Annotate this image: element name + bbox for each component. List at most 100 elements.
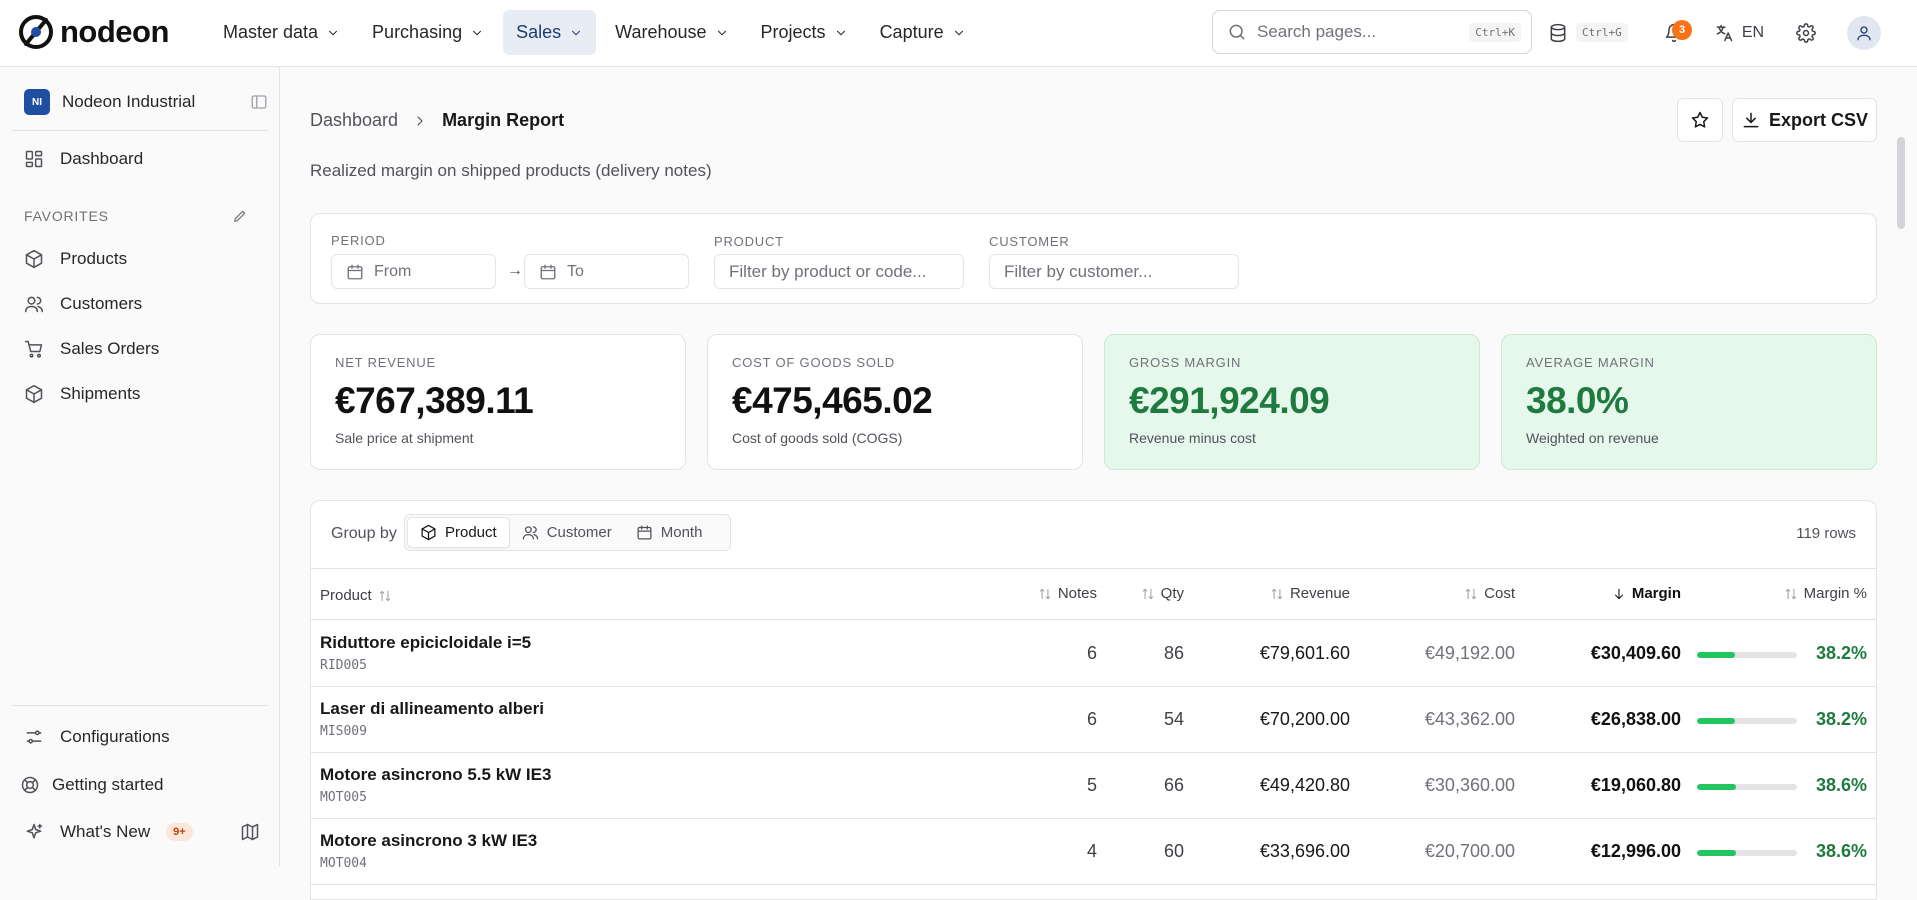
nav-master-data[interactable]: Master data	[210, 10, 353, 55]
margin-bar-fill	[1697, 718, 1736, 724]
sidebar-collapse-icon[interactable]	[250, 93, 268, 111]
column-qty[interactable]: Qty	[1141, 585, 1184, 602]
scrollbar[interactable]	[1897, 137, 1905, 229]
sidebar-item-dashboard[interactable]: Dashboard	[24, 149, 143, 169]
table-row[interactable]: Motore asincrono 3 kW IE3 MOT004 4 60 €3…	[311, 819, 1876, 885]
kpi-label: GROSS MARGIN	[1129, 355, 1242, 370]
sidebar-item-getting-started[interactable]: Getting started	[20, 775, 164, 795]
cart-icon	[24, 340, 43, 358]
group-by-month[interactable]: Month	[624, 517, 715, 548]
chevron-down-icon	[473, 30, 482, 35]
user-icon	[1857, 25, 1871, 40]
favorite-button[interactable]	[1677, 98, 1723, 142]
logo-icon	[19, 15, 53, 49]
cell-margin-pct: 38.6%	[1815, 841, 1867, 861]
sidebar-item-label: What's New	[60, 822, 151, 841]
toolbar-right: Ctrl+G 3 EN	[1548, 10, 1894, 55]
kpi-value: €291,924.09	[1129, 380, 1330, 421]
table-row[interactable]: Motore asincrono 5.5 kW IE3 MOT005 5 66 …	[311, 753, 1876, 819]
sidebar: NI Nodeon Industrial Dashboard FAVORITES…	[0, 67, 280, 866]
sidebar-item-label: Shipments	[60, 384, 141, 403]
column-margin-pct[interactable]: Margin %	[1784, 585, 1867, 602]
org-switcher[interactable]: NI Nodeon Industrial	[24, 89, 268, 115]
cell-revenue: €79,601.60	[1259, 643, 1350, 663]
chevron-down-icon	[954, 30, 963, 35]
product-filter-label: PRODUCT	[714, 234, 784, 249]
main-content: Dashboard Margin Report Export CSV Reali…	[281, 67, 1907, 900]
nav-projects[interactable]: Projects	[748, 10, 861, 55]
cell-notes: 6	[1086, 643, 1097, 663]
cell-notes: 6	[1086, 709, 1097, 729]
language-button[interactable]: EN	[1700, 10, 1778, 55]
search-input[interactable]: Search pages... Ctrl+K	[1212, 10, 1532, 54]
cell-qty: 60	[1163, 841, 1184, 861]
table-row[interactable]: Riduttore epicicloidale i=5 RID005 6 86 …	[311, 621, 1876, 687]
table-row[interactable]: Laser di allineamento alberi MIS009 6 54…	[311, 687, 1876, 753]
notifications-badge: 3	[1672, 19, 1692, 40]
product-code: MOT005	[320, 790, 367, 805]
kpi-value: 38.0%	[1526, 380, 1629, 421]
settings-button[interactable]	[1778, 10, 1834, 55]
cell-margin-pct: 38.2%	[1815, 709, 1867, 729]
nav-warehouse[interactable]: Warehouse	[602, 10, 741, 55]
cell-notes: 5	[1086, 775, 1097, 795]
sidebar-item-configurations[interactable]: Configurations	[24, 727, 170, 747]
search-icon	[1229, 24, 1245, 40]
export-label: Export CSV	[1768, 109, 1869, 130]
column-product[interactable]: Product	[320, 587, 392, 604]
breadcrumb-root[interactable]: Dashboard	[310, 110, 398, 131]
logo[interactable]: nodeon	[18, 14, 169, 50]
sort-icon	[1142, 588, 1153, 599]
product-code: MOT004	[320, 856, 367, 871]
map-icon[interactable]	[240, 822, 260, 842]
search-placeholder: Search pages...	[1257, 22, 1377, 41]
group-by-customer[interactable]: Customer	[510, 517, 624, 548]
column-cost[interactable]: Cost	[1464, 585, 1515, 602]
users-icon	[24, 296, 44, 313]
date-to-input[interactable]: To	[524, 254, 689, 289]
sidebar-item-shipments[interactable]: Shipments	[24, 384, 140, 404]
column-revenue[interactable]: Revenue	[1270, 585, 1350, 602]
sidebar-item-sales-orders[interactable]: Sales Orders	[24, 339, 159, 359]
cell-margin: €12,996.00	[1590, 841, 1681, 861]
column-label: Product	[320, 587, 372, 604]
calendar-icon	[540, 264, 556, 279]
nav-label: Warehouse	[615, 22, 707, 42]
user-menu-button[interactable]	[1834, 10, 1894, 55]
cell-cost: €43,362.00	[1424, 709, 1515, 729]
group-by-toggle: Product Customer Month	[404, 514, 731, 551]
nav-sales[interactable]: Sales	[503, 10, 597, 55]
whats-new-badge: 9+	[166, 823, 193, 841]
edit-icon[interactable]	[232, 208, 248, 224]
cell-cost: €30,360.00	[1424, 775, 1515, 795]
database-icon	[1550, 23, 1566, 42]
kpi-value: €767,389.11	[335, 380, 534, 421]
sidebar-item-label: Getting started	[52, 775, 164, 794]
product-name: Motore asincrono 3 kW IE3	[320, 831, 538, 850]
sidebar-item-products[interactable]: Products	[24, 249, 127, 269]
group-by-product[interactable]: Product	[407, 517, 510, 548]
sidebar-item-whats-new[interactable]: What's New 9+	[24, 822, 260, 842]
column-notes[interactable]: Notes	[1038, 585, 1097, 602]
box-icon	[421, 524, 436, 541]
notifications-button[interactable]: 3	[1648, 10, 1700, 55]
cell-margin: €19,060.80	[1590, 775, 1681, 795]
sparkles-icon	[26, 823, 43, 839]
nav-capture[interactable]: Capture	[867, 10, 979, 55]
margin-bar-fill	[1697, 784, 1736, 790]
nav-purchasing[interactable]: Purchasing	[359, 10, 497, 55]
column-margin[interactable]: Margin	[1612, 585, 1681, 602]
arrow-down-icon	[1614, 588, 1623, 599]
product-filter-input[interactable]: Filter by product or code...	[714, 254, 964, 289]
column-label: Revenue	[1289, 585, 1350, 602]
export-csv-button[interactable]: Export CSV	[1732, 98, 1877, 142]
nav-label: Master data	[223, 22, 319, 42]
date-from-input[interactable]: From	[331, 254, 496, 289]
box-icon	[25, 384, 43, 404]
database-button[interactable]: Ctrl+G	[1548, 10, 1648, 55]
product-name: Laser di allineamento alberi	[320, 699, 544, 718]
sidebar-item-customers[interactable]: Customers	[24, 294, 142, 314]
period-label: PERIOD	[331, 233, 386, 248]
sidebar-item-label: Customers	[60, 294, 143, 313]
customer-filter-input[interactable]: Filter by customer...	[989, 254, 1239, 289]
